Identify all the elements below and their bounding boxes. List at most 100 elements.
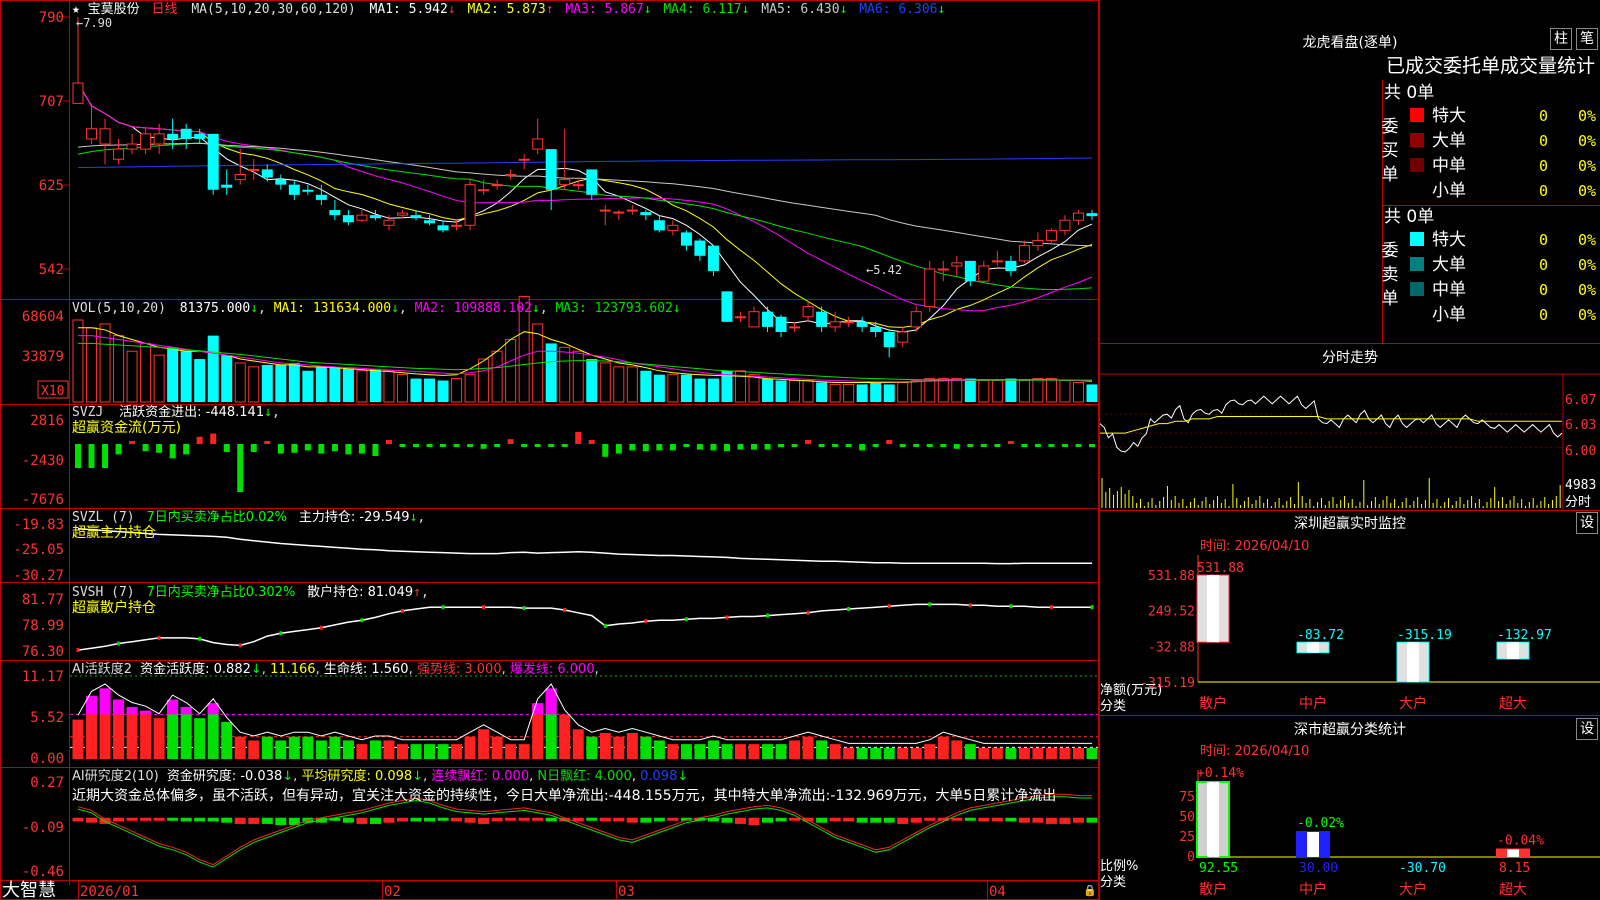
vol-bar	[356, 370, 368, 403]
candle-body	[72, 82, 84, 104]
svzj-bar	[642, 444, 649, 452]
svzj-panel[interactable]	[75, 432, 1095, 492]
szmon-category: 大户	[1399, 695, 1427, 712]
candle-body	[559, 179, 571, 186]
vol-bar	[802, 380, 814, 403]
aihy-bar	[288, 736, 300, 759]
aihy-bar	[248, 740, 260, 759]
candle-body	[248, 168, 260, 171]
vol-bar	[667, 374, 679, 403]
fenshi-panel[interactable]	[1099, 373, 1600, 510]
vol-bar	[762, 378, 774, 402]
svzj-bar	[480, 444, 487, 449]
buy-total: 共 0单	[1384, 83, 1434, 103]
brand-logo: 大智慧	[2, 880, 56, 900]
column-mode-button[interactable]: 柱	[1550, 28, 1572, 50]
candle-body	[613, 211, 625, 214]
svzj-bar	[1061, 444, 1068, 447]
sell-swatch	[1410, 232, 1424, 246]
candle-body	[1086, 213, 1098, 217]
svzj-bar	[805, 440, 812, 444]
szmon-time: 时间: 2026/04/10	[1200, 539, 1309, 554]
svzl-panel[interactable]	[77, 527, 1092, 565]
svzj-bar	[926, 444, 933, 447]
svzj-bar	[426, 444, 433, 447]
candle-body	[856, 321, 868, 327]
aihy-bar	[707, 740, 719, 759]
chart-canvas[interactable]: 790 707 625 542 ★ 宝莫股份 日线 MA(5,10,20,30,…	[0, 0, 1600, 900]
candle-body	[640, 212, 652, 216]
vol-bar	[315, 366, 327, 402]
svzl-sub: 超赢主力持仓	[72, 524, 156, 541]
vol-bar	[978, 380, 990, 403]
aiyj-bar	[518, 817, 530, 821]
svsh-panel[interactable]	[76, 602, 1094, 653]
svzj-bar	[710, 444, 717, 451]
svsh-pct: 7日内买卖净占比0.302%	[146, 584, 295, 600]
svzj-ytick: -2430	[22, 453, 64, 469]
svsh-marker	[603, 623, 607, 628]
vol-bar	[1005, 378, 1017, 402]
aiyj-nri: N日飘红: 4.000	[537, 768, 631, 784]
aiyj-bar	[1045, 817, 1057, 824]
buy-swatch	[1410, 158, 1424, 172]
svzj-bar	[832, 444, 839, 447]
aihy-bar	[437, 744, 449, 759]
szmon-category: 中户	[1299, 695, 1327, 712]
szcls-chart[interactable]: 75 50 25 0 +0.14% 92.55 散户 -0.02% 30.00 中户 -30.70 大…	[1179, 766, 1600, 898]
aihy-panel[interactable]	[70, 675, 1098, 759]
aiyj-bar	[153, 817, 165, 821]
aihy-bar	[180, 706, 192, 759]
svsh-marker	[522, 606, 526, 611]
svzj-bar	[845, 444, 852, 447]
svzj-sub: 超赢资金流(万元)	[72, 419, 181, 436]
szcls-settings-button[interactable]: 设	[1576, 718, 1598, 740]
svzj-yaxis: 2816 -2430 -7676	[22, 413, 64, 508]
svsh-yaxis: 81.77 78.99 76.30	[22, 592, 64, 660]
aihy-bar	[140, 710, 152, 759]
sell-row-value: 0	[1539, 306, 1548, 324]
aiyj-panel[interactable]	[72, 793, 1098, 868]
szmon-chart[interactable]: 531.88 249.52 -32.88 -315.19 531.88 散户 -83.72 中…	[1140, 555, 1600, 712]
szcls-value: -30.70	[1399, 861, 1446, 876]
lock-icon: 🔒	[1083, 884, 1097, 897]
szcls-bar-shine	[1507, 849, 1519, 857]
svsh-marker	[1009, 604, 1013, 609]
sell-row-name: 特大	[1432, 230, 1466, 250]
aiyj-bar	[613, 817, 625, 822]
candle-body	[153, 133, 165, 145]
svsh-marker	[928, 602, 932, 607]
svzj-bar	[156, 444, 163, 453]
aiyj-ytick: -0.09	[22, 820, 64, 836]
ma5-value: MA5: 6.430	[761, 2, 839, 17]
aiyj-bar	[207, 817, 219, 822]
vol-bar	[694, 378, 706, 402]
tick-mode-button[interactable]: 笔	[1576, 28, 1598, 50]
candle-body	[991, 260, 1003, 263]
buy-label-char: 买	[1382, 141, 1399, 161]
szmon-category: 散户	[1199, 695, 1227, 712]
svsh-marker	[76, 648, 80, 653]
buy-swatch	[1410, 133, 1424, 147]
vol-bar	[640, 370, 652, 402]
aiyj-bar	[816, 817, 828, 823]
szmon-xlabel: 分类	[1100, 699, 1126, 714]
aihy-bar	[829, 744, 841, 759]
aiyj-comment: 近期大资金总体偏多，虽不活跃，但有异动，宜关注大资金的持续性，今日大单净流出:-…	[72, 787, 1056, 804]
candle-body	[221, 184, 233, 188]
vol-bar	[288, 362, 300, 402]
svsh-marker	[644, 619, 648, 624]
svzj-bar	[291, 444, 298, 453]
szmon-settings-button[interactable]: 设	[1576, 512, 1598, 534]
aihy-bar	[680, 744, 692, 759]
aiyj-bar	[396, 817, 408, 822]
aiyj-lianxu: 连续飘红: 0.000	[431, 768, 529, 784]
vol-bar	[464, 374, 476, 403]
svzj-bar	[142, 444, 149, 452]
aihy-bar	[883, 747, 895, 759]
vol-bar	[883, 384, 895, 402]
aihy-bar	[694, 744, 706, 759]
vol-bar	[599, 362, 611, 403]
svzj-bar	[791, 444, 798, 447]
aihy-bar	[937, 736, 949, 759]
